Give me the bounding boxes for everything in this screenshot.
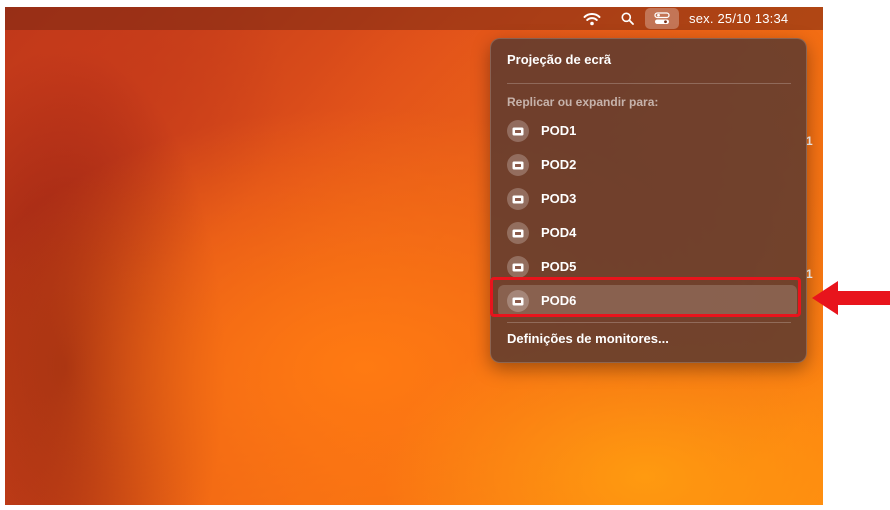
device-label: POD1 <box>541 123 577 138</box>
annotation-highlight-box <box>490 277 801 317</box>
menu-bar: sex. 25/10 13:34 <box>5 7 823 30</box>
divider <box>507 83 791 84</box>
device-item-pod3[interactable]: POD3 <box>498 183 797 215</box>
panel-title: Projeção de ecrã <box>507 52 612 67</box>
control-center-icon[interactable] <box>645 8 679 29</box>
device-item-pod4[interactable]: POD4 <box>498 217 797 249</box>
apple-tv-icon <box>507 188 529 210</box>
wifi-icon[interactable] <box>580 7 604 30</box>
device-label: POD4 <box>541 225 577 240</box>
desktop-edge-digit: 1 <box>806 134 813 148</box>
divider <box>507 322 791 323</box>
annotation-arrow-icon <box>812 281 890 315</box>
display-settings-link[interactable]: Definições de monitores... <box>507 331 669 346</box>
section-label: Replicar ou expandir para: <box>507 95 659 109</box>
device-item-pod1[interactable]: POD1 <box>498 115 797 147</box>
apple-tv-icon <box>507 120 529 142</box>
device-label: POD3 <box>541 191 577 206</box>
device-item-pod2[interactable]: POD2 <box>498 149 797 181</box>
desktop-screen: sex. 25/10 13:34 1 1 Projeção de ecrã Re… <box>5 7 823 505</box>
apple-tv-icon <box>507 154 529 176</box>
apple-tv-icon <box>507 222 529 244</box>
apple-tv-icon <box>507 256 529 278</box>
menu-bar-clock[interactable]: sex. 25/10 13:34 <box>689 7 819 30</box>
device-label: POD5 <box>541 259 577 274</box>
device-label: POD2 <box>541 157 577 172</box>
search-icon[interactable] <box>617 7 637 30</box>
